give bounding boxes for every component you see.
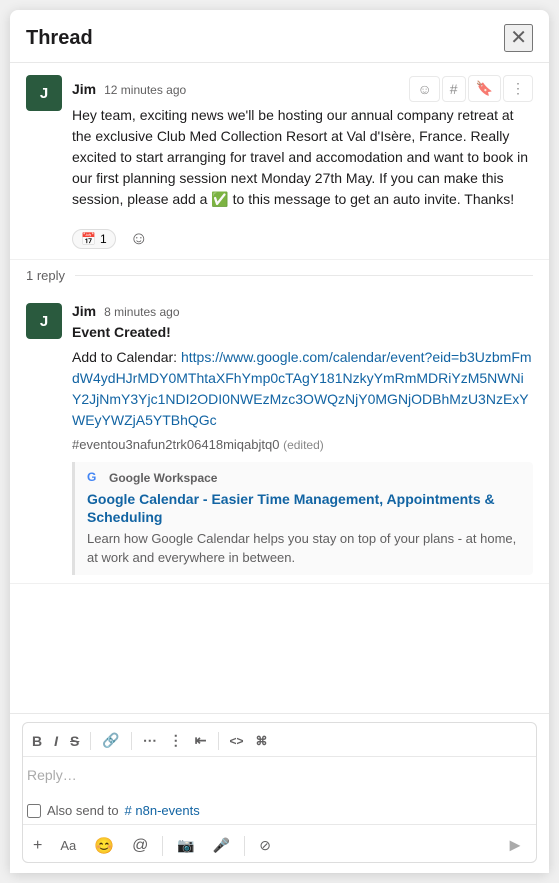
hashtag-line: #eventou3nafun2trk06418miqabjtq0 (edited…: [72, 437, 533, 452]
replies-count: 1 reply: [26, 268, 65, 283]
message-1: J Jim 12 minutes ago ☺ # 🔖 ⋮ Hey team, e…: [10, 63, 549, 260]
event-created-label: Event Created!: [72, 322, 533, 343]
code-block-btn[interactable]: ⌘: [251, 731, 273, 751]
italic-btn[interactable]: I: [49, 730, 63, 752]
message-1-actions: ☺ # 🔖 ⋮: [409, 75, 533, 102]
replies-divider: 1 reply: [10, 260, 549, 291]
reaction-emoji: 📅: [81, 232, 96, 246]
message-1-top: J Jim 12 minutes ago ☺ # 🔖 ⋮ Hey team, e…: [26, 75, 533, 251]
author-jim-1: Jim: [72, 81, 96, 97]
thread-panel: Thread ✕ J Jim 12 minutes ago ☺ # 🔖 ⋮: [10, 10, 549, 873]
reaction-count: 1: [100, 232, 107, 246]
message-2-content: Jim 8 minutes ago Event Created! Add to …: [72, 303, 533, 575]
link-preview-desc: Learn how Google Calendar helps you stay…: [87, 530, 521, 566]
message-2-top: J Jim 8 minutes ago Event Created! Add t…: [26, 303, 533, 575]
reply-toolbar: B I S 🔗 ⋯ ⋮ ⇤ <> ⌘: [23, 723, 536, 757]
bold-btn[interactable]: B: [27, 730, 47, 752]
link-preview-source: G Google Workspace: [87, 470, 521, 486]
toolbar-divider-1: [90, 732, 91, 750]
toolbar-divider-2: [131, 732, 132, 750]
more-btn-1[interactable]: ⋮: [503, 75, 533, 102]
link-preview-title[interactable]: Google Calendar - Easier Time Management…: [87, 490, 521, 526]
thread-header: Thread ✕: [10, 10, 549, 63]
message-2-meta: Jim 8 minutes ago: [72, 303, 533, 319]
timestamp-2: 8 minutes ago: [104, 305, 179, 319]
reaction-calendar[interactable]: 📅 1: [72, 229, 116, 249]
thread-title: Thread: [26, 27, 93, 50]
emoji-btn[interactable]: 😊: [88, 833, 120, 859]
video-btn[interactable]: 📷: [171, 834, 200, 857]
reply-area: B I S 🔗 ⋯ ⋮ ⇤ <> ⌘ Reply… Also send to: [10, 713, 549, 873]
add-to-calendar-line: Add to Calendar: https://www.google.com/…: [72, 347, 533, 431]
avatar-jim-2: J: [26, 303, 62, 339]
indent-btn[interactable]: ⇤: [190, 729, 212, 752]
message-1-content: Jim 12 minutes ago ☺ # 🔖 ⋮ Hey team, exc…: [72, 75, 533, 251]
reply-box: B I S 🔗 ⋯ ⋮ ⇤ <> ⌘ Reply… Also send to: [22, 722, 537, 863]
channel-name: # n8n-events: [125, 803, 200, 818]
reply-input[interactable]: Reply…: [23, 761, 536, 797]
bottom-divider-1: [162, 836, 163, 856]
toolbar-divider-3: [218, 732, 219, 750]
reply-bottom-bar: + Aa 😊 @ 📷 🎤 ⊘ ►: [23, 824, 536, 862]
text-format-btn[interactable]: Aa: [54, 835, 82, 856]
emoji-reaction-btn-1[interactable]: ☺: [409, 76, 439, 102]
ordered-list-btn[interactable]: ⋯: [138, 729, 162, 752]
reply-placeholder: Reply…: [27, 767, 77, 783]
slash-btn[interactable]: ⊘: [253, 834, 277, 857]
also-send-row: Also send to # n8n-events: [23, 797, 536, 822]
audio-btn[interactable]: 🎤: [207, 834, 236, 857]
add-reaction-btn[interactable]: ☺: [124, 226, 154, 251]
author-jim-2: Jim: [72, 303, 96, 319]
code-btn[interactable]: <>: [225, 731, 249, 751]
message-1-meta: Jim 12 minutes ago ☺ # 🔖 ⋮: [72, 75, 533, 102]
close-button[interactable]: ✕: [504, 24, 533, 52]
link-btn[interactable]: 🔗: [97, 729, 124, 752]
strikethrough-btn[interactable]: S: [65, 730, 84, 752]
link-preview: G Google Workspace Google Calendar - Eas…: [72, 462, 533, 575]
avatar-jim-1: J: [26, 75, 62, 111]
timestamp-1: 12 minutes ago: [104, 83, 186, 97]
mention-btn[interactable]: @: [126, 834, 154, 858]
message-2: J Jim 8 minutes ago Event Created! Add t…: [10, 291, 549, 584]
thread-body: J Jim 12 minutes ago ☺ # 🔖 ⋮ Hey team, e…: [10, 63, 549, 713]
send-button[interactable]: ►: [498, 831, 532, 860]
google-logo: G: [87, 470, 103, 486]
message-1-text: Hey team, exciting news we'll be hosting…: [72, 105, 533, 210]
tag-btn-1[interactable]: #: [442, 76, 466, 102]
bookmark-btn-1[interactable]: 🔖: [468, 75, 501, 102]
edited-label: (edited): [283, 438, 324, 452]
also-send-label: Also send to: [47, 803, 119, 818]
unordered-list-btn[interactable]: ⋮: [164, 729, 188, 752]
add-btn[interactable]: +: [27, 834, 48, 858]
bottom-divider-2: [244, 836, 245, 856]
also-send-checkbox[interactable]: [27, 804, 41, 818]
